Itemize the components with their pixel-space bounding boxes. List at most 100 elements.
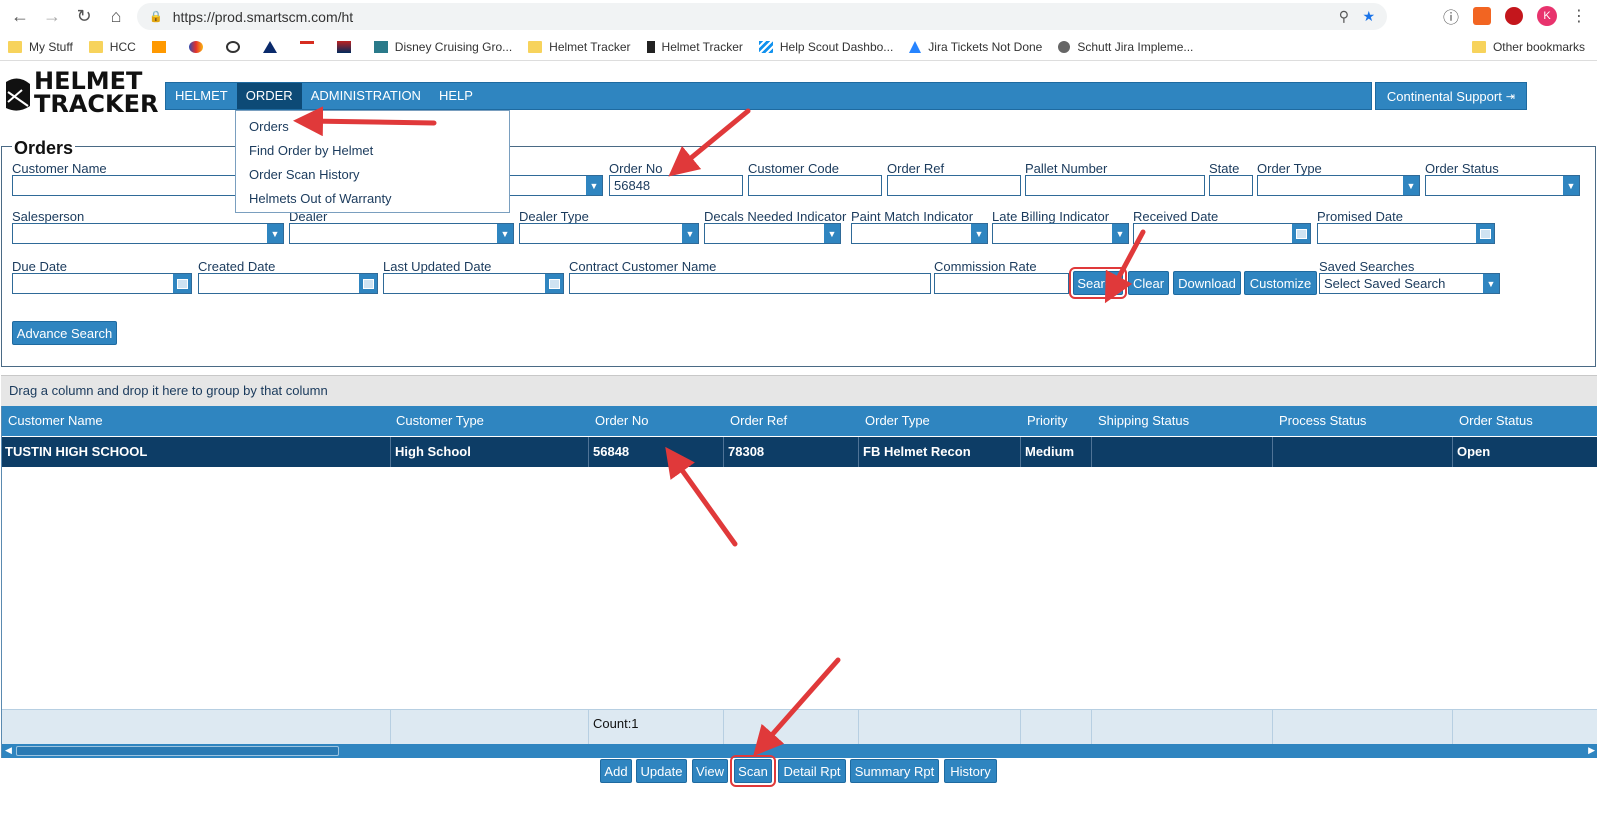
star-icon[interactable]: ★ (1362, 8, 1375, 25)
calendar-icon[interactable] (1292, 224, 1310, 243)
order-no-input[interactable]: 56848 (609, 175, 743, 196)
calendar-icon[interactable] (545, 274, 563, 293)
menu-help[interactable]: HELP (430, 83, 482, 109)
zoom-icon[interactable]: ⚲ (1339, 8, 1349, 25)
other-bookmarks[interactable]: Other bookmarks (1471, 40, 1585, 54)
column-header[interactable]: Order Ref (726, 406, 787, 436)
column-header[interactable]: Customer Name (4, 406, 103, 436)
bookmark-item[interactable] (188, 40, 210, 53)
profile-avatar[interactable]: K (1537, 6, 1557, 26)
customer-code-input[interactable] (748, 175, 882, 196)
advance-search-button[interactable]: Advance Search (12, 321, 117, 345)
bookmark-item[interactable]: Help Scout Dashbo... (758, 40, 893, 54)
helmet-tracker-logo[interactable]: HELMET TRACKER (2, 69, 162, 120)
bookmark-item[interactable] (336, 40, 358, 53)
saved-searches-select[interactable]: Select Saved Search ▼ (1319, 273, 1500, 294)
scan-button[interactable]: Scan (730, 755, 776, 787)
calendar-icon[interactable] (1476, 224, 1494, 243)
promised-date-input[interactable] (1317, 223, 1495, 244)
bookmark-item[interactable]: Helmet Tracker (646, 40, 743, 54)
add-button[interactable]: Add (600, 759, 632, 783)
calendar-icon[interactable] (173, 274, 191, 293)
decals-needed-label: Decals Needed Indicator (704, 209, 847, 224)
update-button[interactable]: Update (636, 759, 687, 783)
home-icon[interactable]: ⌂ (100, 0, 132, 32)
group-by-bar[interactable]: Drag a column and drop it here to group … (1, 375, 1597, 406)
history-button[interactable]: History (944, 759, 997, 783)
bookmark-item[interactable] (151, 40, 173, 53)
decals-needed-select[interactable]: ▼ (704, 223, 841, 244)
menu-item-orders[interactable]: Orders (236, 115, 509, 139)
extension-play-icon[interactable] (1505, 7, 1523, 25)
bookmark-item[interactable]: Jira Tickets Not Done (909, 40, 1042, 54)
logo-line-2: TRACKER (34, 90, 159, 118)
customer-code-label: Customer Code (748, 161, 840, 176)
reload-icon[interactable]: ↻ (68, 0, 100, 32)
table-row[interactable]: TUSTIN HIGH SCHOOL High School 56848 783… (2, 437, 1597, 467)
view-button[interactable]: View (692, 759, 728, 783)
customize-button[interactable]: Customize (1244, 271, 1317, 295)
customer-type-select[interactable]: ▼ (507, 175, 603, 196)
column-header[interactable]: Order No (591, 406, 648, 436)
menu-order[interactable]: ORDER (236, 83, 302, 109)
scroll-right-icon[interactable]: ▶ (1588, 745, 1595, 756)
continental-support-button[interactable]: Continental Support ⇥ (1375, 82, 1527, 110)
dealer-type-select[interactable]: ▼ (519, 223, 699, 244)
column-header[interactable]: Order Status (1455, 406, 1533, 436)
customer-name-input[interactable] (12, 175, 250, 196)
due-date-input[interactable] (12, 273, 192, 294)
extension-orange-icon[interactable] (1473, 7, 1491, 25)
bookmark-item[interactable]: My Stuff (8, 40, 73, 54)
menu-item-order-scan-history[interactable]: Order Scan History (236, 163, 509, 187)
state-input[interactable] (1209, 175, 1253, 196)
address-bar[interactable]: 🔒 https://prod.smartscm.com/ht ⚲ ★ (137, 3, 1387, 30)
calendar-icon[interactable] (359, 274, 377, 293)
commission-rate-input[interactable] (934, 273, 1069, 294)
summary-report-button[interactable]: Summary Rpt (850, 759, 939, 783)
ht-icon (646, 40, 655, 53)
menu-item-helmets-out-of-warranty[interactable]: Helmets Out of Warranty (236, 187, 509, 211)
table-cell: TUSTIN HIGH SCHOOL (2, 437, 391, 467)
column-header[interactable]: Priority (1023, 406, 1067, 436)
salesperson-select[interactable]: ▼ (12, 223, 284, 244)
bookmark-item[interactable] (225, 40, 247, 53)
chevron-down-icon: ▼ (1112, 224, 1128, 243)
main-menu: HELMET ORDER ADMINISTRATION HELP (165, 82, 1372, 110)
bookmark-item[interactable]: Schutt Jira Impleme... (1058, 40, 1193, 54)
download-button[interactable]: Download (1173, 271, 1241, 295)
pallet-number-input[interactable] (1025, 175, 1205, 196)
menu-item-find-order-by-helmet[interactable]: Find Order by Helmet (236, 139, 509, 163)
bookmark-item[interactable]: HCC (88, 40, 136, 54)
bookmark-item[interactable] (262, 40, 284, 53)
bookmark-item[interactable] (299, 40, 321, 53)
paint-match-select[interactable]: ▼ (851, 223, 988, 244)
dealer-select[interactable]: ▼ (289, 223, 514, 244)
menu-helmet[interactable]: HELMET (166, 83, 237, 109)
column-header[interactable]: Shipping Status (1094, 406, 1189, 436)
last-updated-date-input[interactable] (383, 273, 564, 294)
column-header[interactable]: Process Status (1275, 406, 1366, 436)
column-header[interactable]: Customer Type (392, 406, 484, 436)
late-billing-select[interactable]: ▼ (992, 223, 1129, 244)
back-icon[interactable]: ← (4, 0, 36, 32)
order-ref-input[interactable] (887, 175, 1021, 196)
extension-info-icon[interactable]: ⓘ (1443, 4, 1459, 28)
received-date-input[interactable] (1133, 223, 1311, 244)
order-type-select[interactable]: ▼ (1257, 175, 1420, 196)
menu-administration[interactable]: ADMINISTRATION (302, 83, 430, 109)
clear-button[interactable]: Clear (1128, 271, 1169, 295)
scrollbar-thumb[interactable] (16, 746, 339, 756)
created-date-input[interactable] (198, 273, 378, 294)
order-status-select[interactable]: ▼ (1425, 175, 1580, 196)
detail-report-button[interactable]: Detail Rpt (778, 759, 846, 783)
horizontal-scrollbar[interactable]: ◀ ▶ (2, 744, 1597, 758)
menu-dots-icon[interactable]: ⋮ (1571, 6, 1587, 26)
bookmark-item[interactable]: Disney Cruising Gro... (373, 40, 512, 54)
bookmark-item[interactable]: Helmet Tracker (528, 40, 631, 54)
forward-icon[interactable]: → (36, 0, 68, 32)
search-button[interactable]: Search (1069, 267, 1127, 299)
column-header[interactable]: Order Type (861, 406, 930, 436)
contract-customer-input[interactable] (569, 273, 931, 294)
dcl-icon (373, 40, 388, 53)
scroll-left-icon[interactable]: ◀ (5, 745, 12, 756)
